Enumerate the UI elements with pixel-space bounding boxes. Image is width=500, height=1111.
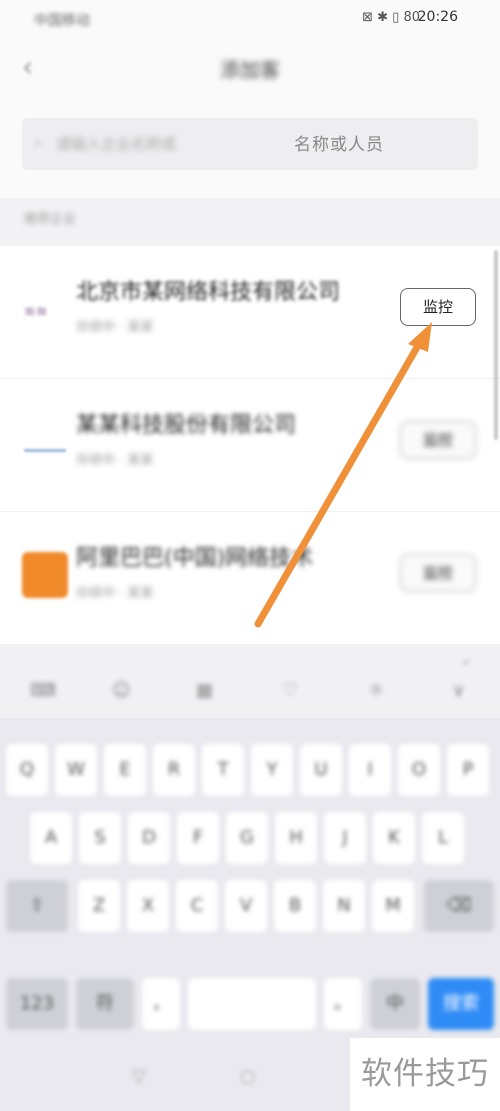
annotation-arrow-icon (254, 322, 432, 628)
watermark: 软件技巧 (350, 1038, 500, 1111)
